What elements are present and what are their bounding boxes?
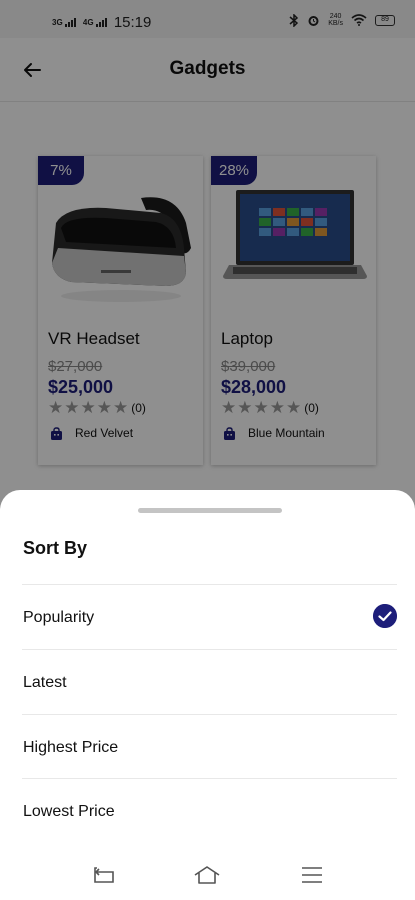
sort-option-latest[interactable]: Latest <box>22 649 397 713</box>
menu-icon <box>302 867 322 883</box>
sort-option-lowest-price[interactable]: Lowest Price <box>22 778 397 842</box>
sheet-title: Sort By <box>23 538 88 558</box>
sort-option-popularity[interactable]: Popularity <box>22 584 397 648</box>
sort-option-label: Lowest Price <box>23 803 115 820</box>
sort-option-label: Highest Price <box>23 739 119 756</box>
checkmark-circle-icon <box>373 604 397 628</box>
back-icon <box>94 867 114 883</box>
sort-option-highest-price[interactable]: Highest Price <box>22 714 397 778</box>
sheet-drag-handle[interactable] <box>138 508 282 513</box>
sort-bottom-sheet: Sort By Popularity Latest Highest Price … <box>0 490 415 900</box>
home-icon <box>194 866 220 884</box>
sort-option-label: Latest <box>23 674 67 691</box>
nav-home-button[interactable] <box>194 864 220 886</box>
nav-back-button[interactable] <box>91 864 117 886</box>
nav-menu-button[interactable] <box>299 864 325 886</box>
sort-option-label: Popularity <box>23 609 95 626</box>
system-nav-bar <box>0 850 415 900</box>
